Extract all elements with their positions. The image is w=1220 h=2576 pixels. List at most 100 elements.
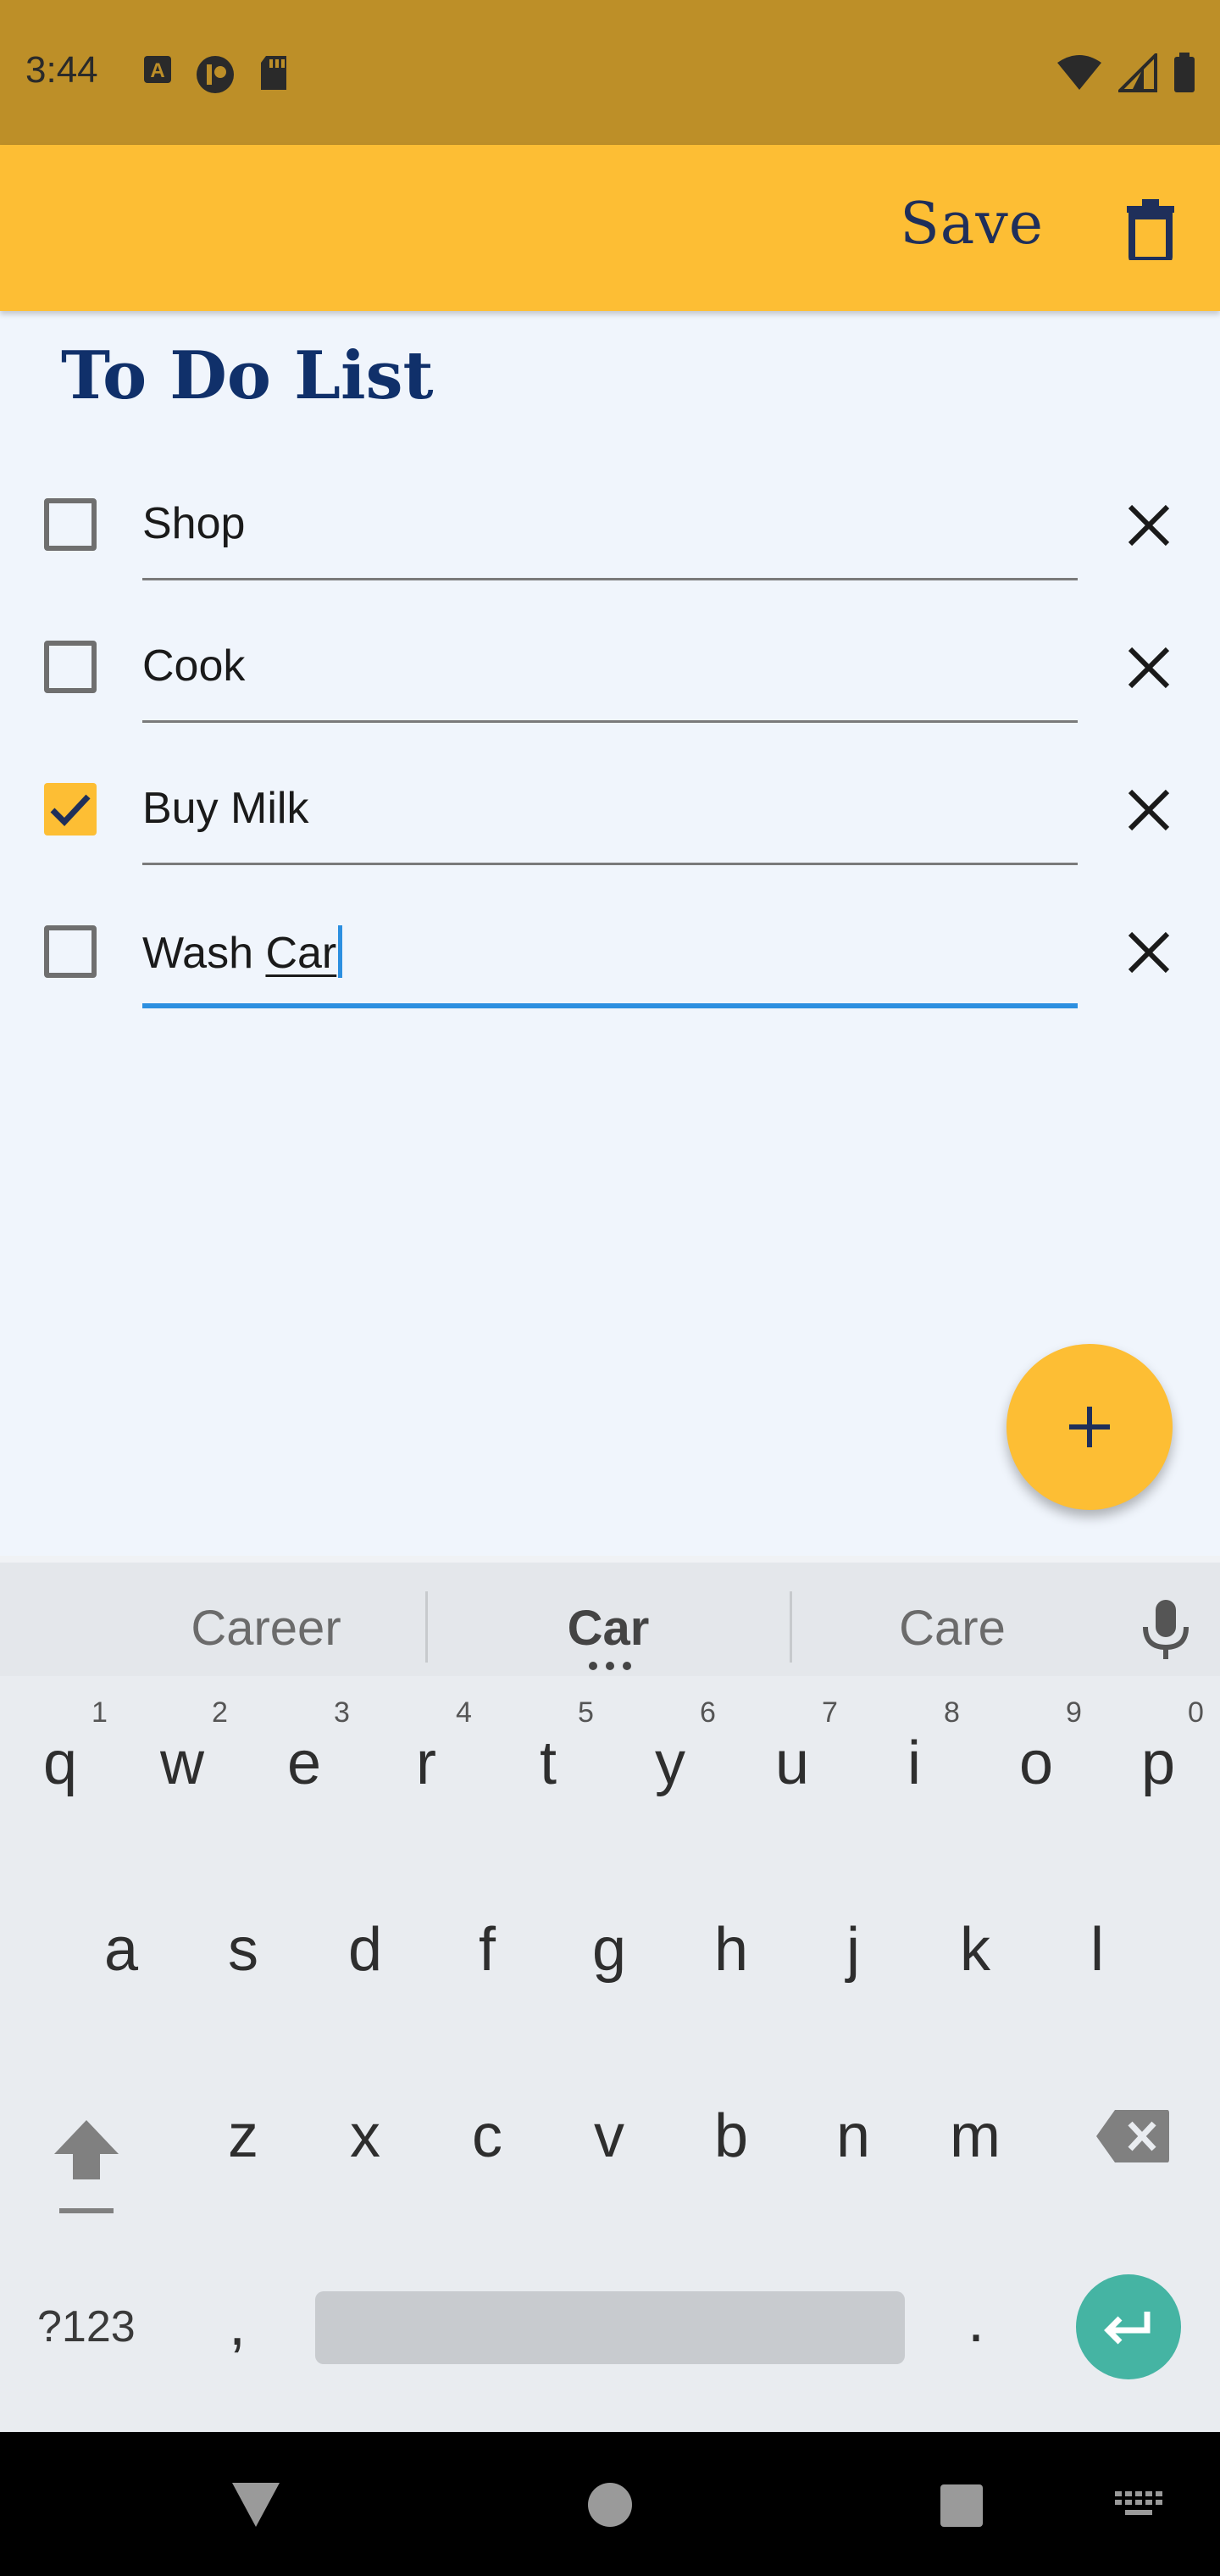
todo-item: Buy Milk [0,744,1220,886]
signal-icon [1118,53,1157,92]
todo-underline [142,720,1078,723]
todo-text-input[interactable]: Buy Milk [142,783,308,834]
backspace-icon[interactable] [1095,2108,1171,2164]
suggestion-center[interactable]: Car [430,1600,786,1657]
key-e[interactable]: e [258,1729,351,1798]
todo-checkbox-checked[interactable] [44,783,97,836]
close-icon [1128,789,1170,831]
key-z[interactable]: z [197,2101,290,2171]
key-hint: 5 [578,1696,594,1729]
key-hint: 6 [700,1696,716,1729]
checkmark-icon [50,794,91,827]
key-r[interactable]: r [380,1729,473,1798]
key-k[interactable]: k [929,1915,1022,1985]
todo-checkbox[interactable] [44,498,97,551]
suggestion-divider [425,1591,428,1663]
account-icon [197,56,234,93]
key-hint: 4 [456,1696,472,1729]
key-l[interactable]: l [1051,1915,1144,1985]
back-icon[interactable] [229,2479,283,2530]
key-s[interactable]: s [197,1915,290,1985]
todo-underline-focused [142,1003,1078,1008]
space-bar[interactable] [315,2291,905,2364]
key-j[interactable]: j [807,1915,900,1985]
suggestion-bar: Career Car Care [0,1556,1220,1676]
todo-text-composing-word: Car [265,929,337,978]
key-w[interactable]: w [136,1729,229,1798]
key-q[interactable]: q [14,1729,107,1798]
remove-item-button[interactable] [1125,929,1173,976]
todo-text-input[interactable]: Shop [142,498,245,549]
app-bar: Save [0,145,1220,311]
battery-icon [1174,53,1195,92]
enter-key[interactable] [1076,2274,1181,2379]
soft-keyboard: Career Car Care 1 q 2 w 3 e 4 r 5 t 6 y … [0,1556,1220,2432]
key-c[interactable]: c [441,2101,534,2171]
todo-text-prefix: Wash [142,929,266,978]
key-hint: 0 [1188,1696,1204,1729]
recents-icon[interactable] [939,2483,984,2529]
suggestion-left[interactable]: Career [88,1600,444,1657]
close-icon [1128,647,1170,689]
key-u[interactable]: u [746,1729,839,1798]
todo-item: Shop [0,459,1220,602]
todo-checkbox[interactable] [44,641,97,693]
suggestion-right[interactable]: Care [774,1600,1130,1657]
key-h[interactable]: h [685,1915,778,1985]
delete-button[interactable] [1125,197,1176,264]
close-icon [1128,504,1170,547]
shift-icon[interactable] [51,2115,122,2213]
status-icons-left: A [142,54,290,95]
enter-icon [1104,2312,1151,2345]
todo-item: Cook [0,602,1220,744]
key-b[interactable]: b [685,2101,778,2171]
a-icon: A [144,56,171,83]
key-m[interactable]: m [929,2101,1022,2171]
key-n[interactable]: n [807,2101,900,2171]
page-title: To Do List [61,337,434,414]
key-g[interactable]: g [563,1915,656,1985]
status-icons-right [1056,53,1196,93]
key-o[interactable]: o [990,1729,1083,1798]
todo-text-input-focused[interactable]: Wash Car [142,925,343,979]
key-hint: 2 [212,1696,228,1729]
key-x[interactable]: x [319,2101,412,2171]
sd-card-icon [261,56,286,90]
key-hint: 9 [1066,1696,1082,1729]
save-button[interactable]: Save [900,191,1044,258]
todo-checkbox[interactable] [44,925,97,978]
key-t[interactable]: t [502,1729,595,1798]
key-hint: 7 [822,1696,838,1729]
key-a[interactable]: a [75,1915,168,1985]
key-hint: 8 [944,1696,960,1729]
more-suggestions-icon [589,1662,631,1670]
key-period[interactable]: . [968,2286,984,2356]
todo-text-input[interactable]: Cook [142,641,245,691]
home-icon[interactable] [586,2481,634,2529]
keyboard-switch-icon[interactable] [1115,2491,1162,2522]
todo-item-focused: Wash Car [0,886,1220,1029]
status-time: 3:44 [25,49,98,91]
key-i[interactable]: i [868,1729,961,1798]
microphone-icon[interactable] [1140,1598,1191,1663]
remove-item-button[interactable] [1125,786,1173,834]
remove-item-button[interactable] [1125,644,1173,691]
todo-underline [142,578,1078,580]
remove-item-button[interactable] [1125,502,1173,549]
todo-underline [142,863,1078,865]
key-hint: 3 [334,1696,350,1729]
key-hint: 1 [92,1696,108,1729]
trash-icon [1127,199,1174,264]
key-f[interactable]: f [441,1915,534,1985]
key-v[interactable]: v [563,2101,656,2171]
key-comma[interactable]: , [229,2290,246,2359]
key-p[interactable]: p [1112,1729,1205,1798]
svg-text:A: A [150,59,164,82]
wifi-icon [1057,55,1101,90]
key-d[interactable]: d [319,1915,412,1985]
key-y[interactable]: y [624,1729,717,1798]
add-item-fab[interactable] [1006,1344,1173,1510]
symbols-key[interactable]: ?123 [37,2301,136,2352]
close-icon [1128,931,1170,974]
navigation-bar [0,2432,1220,2576]
